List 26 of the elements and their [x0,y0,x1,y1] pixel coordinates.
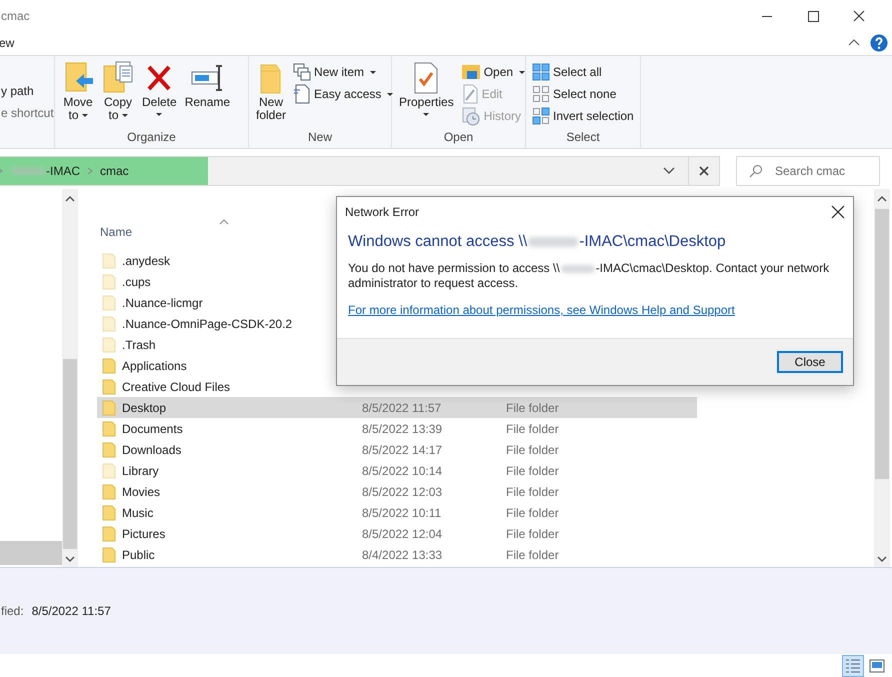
file-type: File folder [506,484,559,498]
file-type: File folder [506,526,559,540]
date-modified: 8/5/2022 11:57 [362,400,442,414]
group-label: Select [565,130,601,146]
date-modified: 8/4/2022 13:33 [362,548,442,562]
file-type: File folder [506,442,559,456]
date-modified: 8/5/2022 13:39 [362,422,442,436]
date-modified: 8/5/2022 10:11 [362,506,442,520]
file-type: File folder [506,422,559,436]
file-type: File folder [506,400,559,414]
property-value: 8/5/2022 11:57 [32,604,111,618]
group-label: New [306,130,333,146]
date-modified: 8/5/2022 10:14 [362,464,442,478]
dialog-message: You do not have permission to access \\ -IMAC\cmac\Desktop. Contact your network administrator to request access. [348,261,830,291]
group-label: Open [442,130,474,146]
date-modified: 8/5/2022 14:17 [362,442,442,456]
date-modified: 8/5/2022 12:03 [362,484,442,498]
file-type: File folder [506,464,559,478]
dialog-heading: Windows cannot access \\ -IMAC\cmac\Desktop [348,233,727,251]
dialog-title: Network Error [345,205,420,219]
file-type: File folder [506,506,559,520]
window-title: cmac [1,8,30,22]
file-type: File folder [506,548,559,562]
property-label: fied: [1,604,24,618]
group-label: Organize [126,130,177,146]
date-modified: 8/5/2022 12:04 [362,526,442,540]
